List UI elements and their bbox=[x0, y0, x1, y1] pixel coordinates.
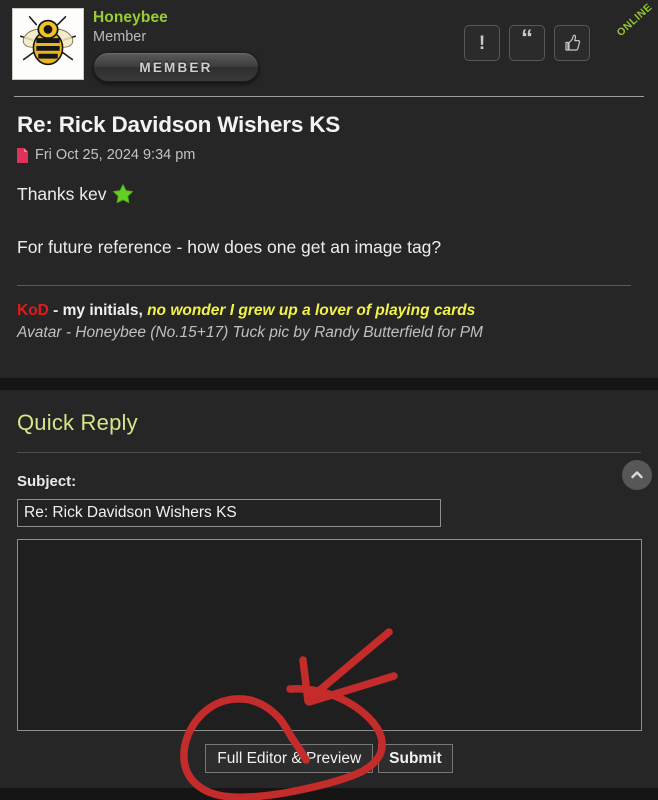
post-document-icon bbox=[17, 147, 28, 163]
post-text-2: For future reference - how does one get … bbox=[17, 237, 442, 257]
quote-button[interactable]: “ bbox=[509, 25, 545, 61]
signature-note: my initials, bbox=[62, 302, 143, 319]
thumbs-up-icon bbox=[565, 34, 581, 51]
member-badge: MEMBER bbox=[93, 52, 259, 82]
quick-reply-heading: Quick Reply bbox=[17, 410, 138, 435]
header-divider bbox=[14, 96, 644, 97]
subject-input[interactable] bbox=[17, 499, 441, 527]
user-rank: Member bbox=[93, 29, 147, 45]
reply-message-textarea[interactable] bbox=[17, 539, 642, 731]
post-header: Honeybee Member MEMBER ! “ ONLINE bbox=[0, 0, 658, 96]
honeybee-avatar-icon bbox=[13, 9, 83, 79]
post-date: Fri Oct 25, 2024 9:34 pm bbox=[35, 147, 196, 163]
post-paragraph-2: For future reference - how does one get … bbox=[14, 237, 644, 258]
full-editor-preview-button[interactable]: Full Editor & Preview bbox=[205, 744, 374, 773]
forum-post-page: Honeybee Member MEMBER ! “ ONLINE Re: Ri… bbox=[0, 0, 658, 800]
avatar[interactable] bbox=[12, 8, 84, 80]
post-action-buttons: ! “ bbox=[464, 25, 590, 61]
post-text-1: Thanks kev bbox=[17, 183, 107, 204]
post-title: Re: Rick Davidson Wishers KS bbox=[17, 112, 341, 137]
green-star-icon bbox=[113, 184, 134, 204]
signature-dash: - bbox=[48, 302, 63, 319]
section-separator bbox=[0, 378, 658, 390]
bottom-band bbox=[0, 788, 658, 800]
signature-line-1: KoD - my initials, no wonder I grew up a… bbox=[14, 299, 644, 322]
signature-avatar-credit: Avatar - Honeybee (No.15+17) Tuck pic by… bbox=[17, 324, 483, 341]
post-meta: Fri Oct 25, 2024 9:34 pm bbox=[14, 147, 644, 163]
quick-reply-divider bbox=[17, 452, 641, 453]
signature-highlight: no wonder I grew up a lover of playing c… bbox=[142, 302, 476, 319]
like-button[interactable] bbox=[554, 25, 590, 61]
quote-icon: “ bbox=[521, 24, 533, 52]
exclamation-icon: ! bbox=[478, 32, 486, 54]
submit-button[interactable]: Submit bbox=[378, 744, 453, 773]
quick-reply-section: Quick Reply Subject: Full Editor & Previ… bbox=[0, 390, 658, 773]
username[interactable]: Honeybee bbox=[93, 8, 259, 27]
post-body: Re: Rick Davidson Wishers KS Fri Oct 25,… bbox=[0, 112, 658, 490]
quick-reply-buttons: Full Editor & Preview Submit bbox=[0, 744, 658, 773]
signature-initials: KoD bbox=[17, 302, 49, 319]
subject-label: Subject: bbox=[17, 473, 77, 490]
signature-divider bbox=[17, 285, 631, 286]
user-info: Honeybee Member MEMBER bbox=[93, 8, 259, 82]
report-button[interactable]: ! bbox=[464, 25, 500, 61]
online-status-badge: ONLINE bbox=[614, 1, 655, 39]
post-paragraph-1: Thanks kev bbox=[14, 183, 644, 205]
member-badge-label: MEMBER bbox=[139, 59, 213, 75]
